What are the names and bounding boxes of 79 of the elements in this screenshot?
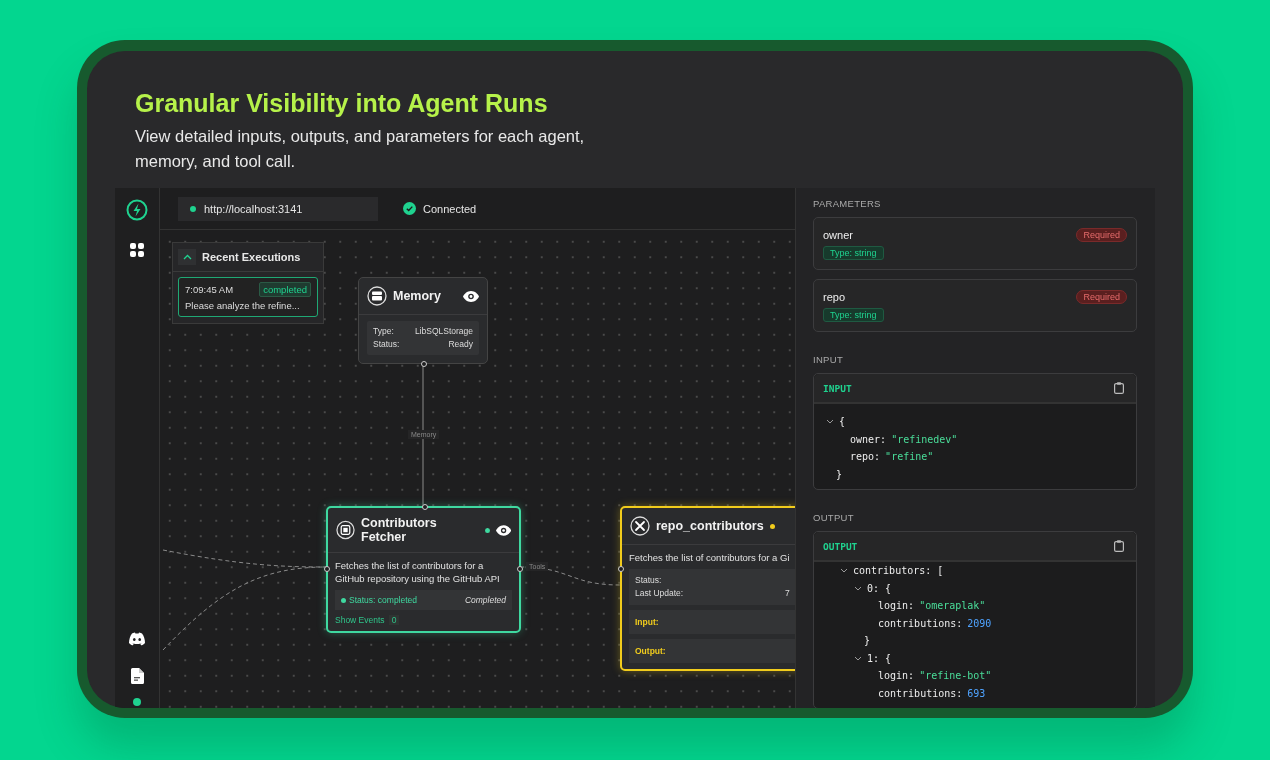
node-description: Fetches the list of contributors for a Gi xyxy=(629,551,791,564)
document-icon[interactable] xyxy=(130,668,144,684)
count-badge: 0 xyxy=(388,615,400,625)
code-line: } xyxy=(864,635,871,647)
code-value: "refine" xyxy=(885,451,934,463)
status-dot xyxy=(485,527,490,533)
field-label: Last Update: xyxy=(635,587,685,600)
connection-status: Connected xyxy=(423,202,477,215)
field-value: LibSQLStorage xyxy=(414,325,473,338)
code-line: } xyxy=(836,468,843,480)
code-line: { xyxy=(839,416,846,428)
field-label: Status: xyxy=(373,338,400,351)
chevron-icon[interactable] xyxy=(826,419,834,425)
code-key: repo: xyxy=(850,451,881,463)
check-circle-icon xyxy=(403,202,416,215)
section-heading: OUTPUT xyxy=(813,512,855,523)
show-events-link[interactable]: Show Events xyxy=(335,615,385,625)
database-icon xyxy=(367,286,387,306)
grid-icon[interactable] xyxy=(130,243,144,257)
collapse-button[interactable] xyxy=(178,249,196,265)
type-badge: Type: string xyxy=(823,308,884,322)
status-dot xyxy=(133,698,141,706)
node-title: Contributors Fetcher xyxy=(361,516,438,544)
node-title: Memory xyxy=(393,289,441,303)
required-badge: Required xyxy=(1076,228,1127,242)
type-badge: Type: string xyxy=(823,246,884,260)
code-title: OUTPUT xyxy=(823,540,858,552)
field-label: Status: xyxy=(635,574,663,587)
clipboard-icon[interactable] xyxy=(1114,382,1124,394)
tool-node[interactable]: repo_contributors Fetches the list of contributors for a Gi Status: Last Update: 7 Input: Output: xyxy=(620,506,795,671)
status-dot xyxy=(769,523,775,529)
node-description: Fetches the list of contributors for a GitHub repository using the GitHub API xyxy=(335,559,501,585)
code-key: login: xyxy=(878,600,915,612)
code-key: owner: xyxy=(850,433,887,445)
section-heading: PARAMETERS xyxy=(813,198,882,209)
headline: Granular Visibility into Agent Runs xyxy=(135,88,549,118)
memory-node[interactable]: Memory Type: LibSQLStorage Status: Ready xyxy=(358,277,488,364)
chevron-icon[interactable] xyxy=(840,568,848,574)
code-value: "refinedev" xyxy=(891,433,958,445)
execution-time: 7:09:45 AM xyxy=(185,284,234,295)
code-line: contributors: [ xyxy=(853,565,944,577)
eye-icon[interactable] xyxy=(463,290,479,302)
node-title: repo_contributors xyxy=(656,519,764,533)
status-text: Status: completed xyxy=(341,595,418,605)
code-line: 0: { xyxy=(867,582,892,594)
code-value: 693 xyxy=(967,687,986,699)
bolt-logo-icon[interactable] xyxy=(126,199,148,221)
field-value: 7 xyxy=(785,587,791,600)
panel-title: Recent Executions xyxy=(202,251,301,263)
game-controller-icon[interactable] xyxy=(128,632,146,646)
code-value: 2090 xyxy=(967,617,992,629)
field-label: Type: xyxy=(373,325,394,338)
code-value: "refine-bot" xyxy=(919,670,992,682)
section-heading: INPUT xyxy=(813,354,844,365)
code-key: contributions: xyxy=(878,687,963,699)
agent-node[interactable]: Contributors Fetcher Fetches the list of contributors for a GitHub repository using the GitHub API Status: completed Completed Show Events 0 xyxy=(326,506,521,633)
chevron-icon[interactable] xyxy=(854,585,862,591)
execution-preview: Please analyze the refine... xyxy=(185,300,301,311)
code-value: "omeraplak" xyxy=(919,600,986,612)
url-field[interactable]: http://localhost:3141 xyxy=(178,196,378,221)
parameter-name: repo xyxy=(823,291,846,303)
code-title: INPUT xyxy=(823,382,852,394)
chevron-icon[interactable] xyxy=(854,655,862,661)
code-key: login: xyxy=(878,670,915,682)
parameter-name: owner xyxy=(823,229,853,241)
code-line: 1: { xyxy=(867,652,892,664)
required-badge: Required xyxy=(1076,290,1127,304)
chevron-icon xyxy=(182,254,192,260)
eye-icon[interactable] xyxy=(495,524,511,536)
status-badge: completed xyxy=(259,282,311,297)
code-key: contributions: xyxy=(878,617,963,629)
chip-icon xyxy=(336,520,355,540)
subtitle: View detailed inputs, outputs, and parameters for each agent, memory, and tool call. xyxy=(135,126,586,172)
section-label: Output: xyxy=(635,646,666,656)
clipboard-icon[interactable] xyxy=(1114,540,1124,552)
field-value: Ready xyxy=(448,338,473,351)
section-label: Input: xyxy=(635,617,659,627)
status-note: Completed xyxy=(464,595,506,605)
execution-item[interactable]: 7:09:45 AM completed Please analyze the refine... xyxy=(178,277,318,317)
